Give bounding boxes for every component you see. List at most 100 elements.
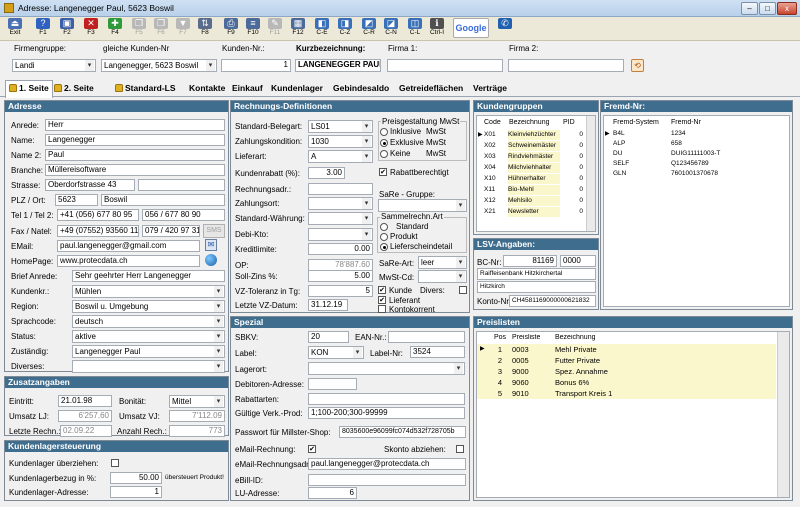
sare-art-select[interactable]: leer bbox=[418, 256, 467, 269]
gleiche-kunden-select[interactable]: Langenegger, 5623 Boswil bbox=[101, 59, 217, 72]
tab-8[interactable]: Verträge bbox=[470, 81, 510, 97]
pl-table-row[interactable]: 3 9000 Spez. Annahme bbox=[477, 366, 776, 377]
ebill-id-input[interactable] bbox=[308, 474, 466, 486]
standard-radio[interactable] bbox=[380, 223, 388, 231]
name2-input[interactable]: Paul bbox=[45, 149, 225, 161]
kg-header-code[interactable]: Code bbox=[484, 119, 501, 126]
toolbar-button-9[interactable]: ⎙ F9 bbox=[220, 18, 242, 40]
globe-icon[interactable] bbox=[205, 254, 217, 266]
lagerort-select[interactable] bbox=[308, 362, 465, 375]
kurzbezeichnung-input[interactable]: LANGENEGGER PAUL bbox=[295, 59, 381, 72]
tab-0[interactable]: 1. Seite bbox=[5, 80, 53, 98]
kreditlimite-input[interactable]: 0.00 bbox=[308, 243, 373, 255]
toolbar-button-19[interactable]: Google bbox=[452, 18, 490, 40]
kontokorrent-checkbox[interactable] bbox=[378, 305, 386, 313]
toolbar-button-11[interactable]: ✎ F11 bbox=[264, 18, 286, 40]
kg-table-row[interactable]: X21 Newsletter 0 bbox=[477, 207, 586, 218]
mwst-exklusive-radio[interactable] bbox=[380, 139, 388, 147]
kunde-checkbox[interactable]: ✔ bbox=[378, 286, 386, 294]
sprachcode-select[interactable]: deutsch bbox=[72, 315, 225, 328]
kundennr-input[interactable]: 1 bbox=[221, 59, 291, 72]
ean-input[interactable] bbox=[388, 331, 465, 343]
toolbar-button-2[interactable]: ▣ F2 bbox=[56, 18, 78, 40]
bank-name-input[interactable]: Raiffeisenbank Hitzkirchertal bbox=[477, 268, 596, 280]
fremd-nr-grid[interactable]: Fremd-System Fremd-Nr ▶ B4L 1234 ALP 658 DU DU… bbox=[603, 115, 790, 307]
email-input[interactable]: paul.langenegger@gmail.com bbox=[57, 240, 200, 252]
kundenlagerbezug-input[interactable]: 50.00 bbox=[110, 472, 162, 484]
toolbar-button-6[interactable]: ❐ F6 bbox=[150, 18, 172, 40]
debi-kto-select[interactable] bbox=[308, 228, 373, 241]
kg-table-row[interactable]: X12 Mehlsilo 0 bbox=[477, 196, 586, 207]
name-input[interactable]: Langenegger bbox=[45, 134, 225, 146]
pl-table-row[interactable]: 2 0005 Futter Private bbox=[477, 355, 776, 366]
preislisten-grid[interactable]: Pos Preisliste Bezeichnung ▶ 1 0003 Mehl Pr… bbox=[476, 331, 790, 498]
ort-input[interactable]: Boswil bbox=[101, 194, 225, 206]
pl-header-pos[interactable]: Pos bbox=[494, 334, 506, 341]
konto-nr-input[interactable]: CH4581169000000621832 bbox=[509, 295, 596, 307]
email-rechnungsadr-input[interactable]: paul.langenegger@protecdata.ch bbox=[308, 458, 466, 470]
kg-table-row[interactable]: X11 Bio-Mehl 0 bbox=[477, 185, 586, 196]
kg-table-row[interactable]: X04 Milchviehhalter 0 bbox=[477, 163, 586, 174]
debitoren-adresse-input[interactable] bbox=[308, 378, 357, 390]
toolbar-button-20[interactable]: ✆ bbox=[494, 18, 516, 40]
maximize-button[interactable]: □ bbox=[759, 2, 776, 15]
status-select[interactable]: aktive bbox=[72, 330, 225, 343]
sms-button[interactable]: SMS bbox=[203, 224, 225, 238]
fremd-table-row[interactable]: ALP 658 bbox=[604, 139, 789, 149]
anrede-input[interactable]: Herr bbox=[45, 119, 225, 131]
toolbar-button-12[interactable]: ▦ F12 bbox=[287, 18, 309, 40]
fax-input[interactable]: +49 (07552) 93560 11 bbox=[57, 225, 139, 237]
sbkv-input[interactable]: 20 bbox=[308, 331, 349, 343]
fremd-header-nr[interactable]: Fremd-Nr bbox=[671, 119, 701, 126]
toolbar-button-15[interactable]: ◩ C-R bbox=[358, 18, 380, 40]
kg-header-pid[interactable]: PID bbox=[563, 119, 575, 126]
toolbar-button-10[interactable]: ≡ F10 bbox=[242, 18, 264, 40]
lieferscheindetail-radio[interactable] bbox=[380, 243, 388, 251]
pl-header-bezeichnung[interactable]: Bezeichnung bbox=[555, 334, 595, 341]
vz-toleranz-input[interactable]: 5 bbox=[308, 285, 373, 297]
firma-lookup-icon[interactable]: ⟲ bbox=[631, 59, 644, 72]
kundenlager-adresse-input[interactable]: 1 bbox=[110, 486, 162, 498]
kg-table-row[interactable]: X03 Rindviehmäster 0 bbox=[477, 152, 586, 163]
toolbar-button-14[interactable]: ◨ C-Z bbox=[334, 18, 356, 40]
pl-table-row[interactable]: ▶ 1 0003 Mehl Private bbox=[477, 344, 776, 355]
pl-table-row[interactable]: 4 9060 Bonus 6% bbox=[477, 377, 776, 388]
branche-input[interactable]: Müllereisoftware bbox=[45, 164, 225, 176]
kundenrabatt-input[interactable]: 3.00 bbox=[308, 167, 345, 179]
mwst-inklusive-radio[interactable] bbox=[380, 128, 388, 136]
toolbar-button-4[interactable]: ✚ F4 bbox=[104, 18, 126, 40]
natel-input[interactable]: 079 / 420 97 31 bbox=[142, 225, 200, 237]
toolbar-button-3[interactable]: ✕ F3 bbox=[80, 18, 102, 40]
passwort-input[interactable]: 8035600e96099fc074d532f728705b bbox=[339, 426, 466, 438]
tel1-input[interactable]: +41 (056) 677 80 95 bbox=[57, 209, 139, 221]
toolbar-button-18[interactable]: ℹ Ctrl-I bbox=[426, 18, 448, 40]
fremd-table-row[interactable]: DU DUIG11111003-T bbox=[604, 149, 789, 159]
tab-6[interactable]: Gebindesaldo bbox=[330, 81, 392, 97]
divers-checkbox[interactable] bbox=[459, 286, 467, 294]
letzte-vz-input[interactable]: 31.12.19 bbox=[308, 299, 348, 311]
lieferant-checkbox[interactable]: ✔ bbox=[378, 296, 386, 304]
mwst-keine-radio[interactable] bbox=[380, 150, 388, 158]
firma2-input[interactable] bbox=[508, 59, 624, 72]
rabattberechtigt-checkbox[interactable]: ✔ bbox=[379, 168, 387, 176]
email-rechnung-checkbox[interactable]: ✔ bbox=[308, 445, 316, 453]
toolbar-button-5[interactable]: ❐ F5 bbox=[128, 18, 150, 40]
sare-gruppe-select[interactable] bbox=[378, 199, 467, 212]
kg-table-row[interactable]: ▶ X01 Kleinviehzüchter 0 bbox=[477, 130, 586, 141]
kg-table-row[interactable]: X10 Hühnerhalter 0 bbox=[477, 174, 586, 185]
kg-header-bezeichnung[interactable]: Bezeichnung bbox=[509, 119, 549, 126]
toolbar-button-1[interactable]: ? F1 bbox=[32, 18, 54, 40]
toolbar-button-13[interactable]: ◧ C-E bbox=[311, 18, 333, 40]
ueberziehen-checkbox[interactable] bbox=[111, 459, 119, 467]
tel2-input[interactable]: 056 / 677 80 90 bbox=[142, 209, 225, 221]
tab-2[interactable]: Standard-LS bbox=[112, 81, 179, 97]
toolbar-button-16[interactable]: ◪ C-N bbox=[380, 18, 402, 40]
eintritt-input[interactable]: 21.01.98 bbox=[58, 395, 112, 407]
firma1-input[interactable] bbox=[387, 59, 503, 72]
homepage-input[interactable]: www.protecdata.ch bbox=[57, 255, 200, 267]
toolbar-button-0[interactable]: ⏏ Exit bbox=[4, 18, 26, 40]
toolbar-button-17[interactable]: ◫ C-L bbox=[404, 18, 426, 40]
kundengruppen-grid[interactable]: Code Bezeichnung PID ▶ X01 Kleinviehzüchte… bbox=[476, 115, 596, 232]
kg-table-row[interactable]: X02 Schweinemäster 0 bbox=[477, 141, 586, 152]
firmengruppe-select[interactable]: Landi bbox=[12, 59, 96, 72]
